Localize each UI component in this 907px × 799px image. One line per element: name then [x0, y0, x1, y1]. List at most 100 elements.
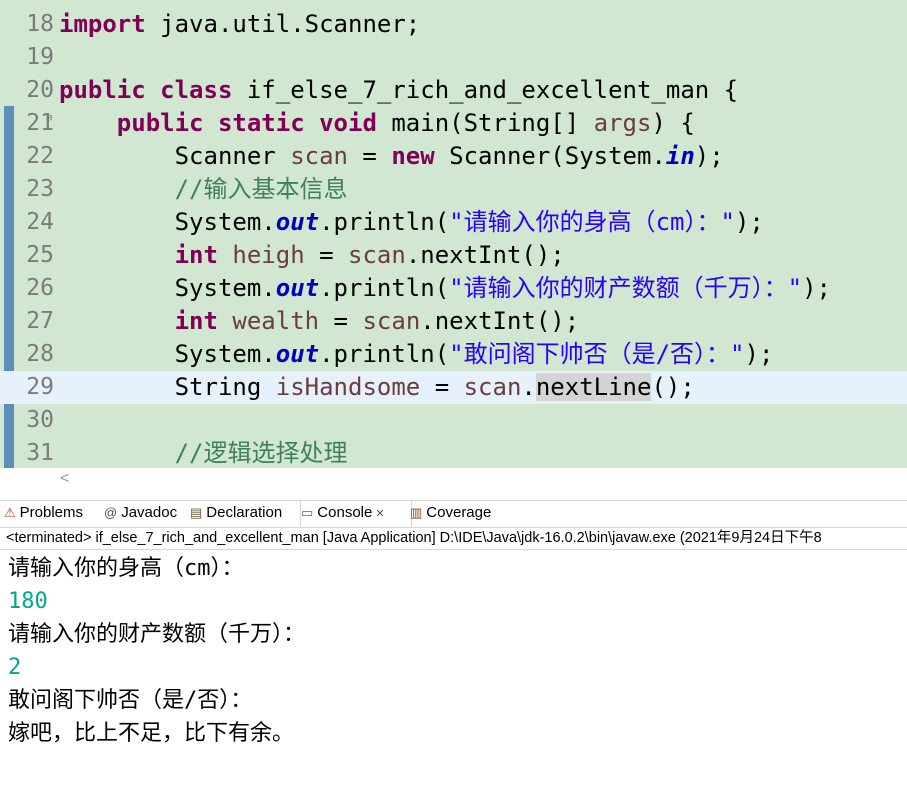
code-token: ); — [694, 142, 724, 170]
code-line[interactable]: 22 Scanner scan = new Scanner(System.in)… — [0, 140, 907, 173]
code-token: .println( — [319, 208, 450, 236]
code-token: new — [391, 142, 435, 170]
declaration-icon: ▤ — [190, 505, 203, 520]
tab-label: Javadoc — [121, 504, 178, 521]
code-token: System. — [59, 274, 276, 302]
tab-declaration[interactable]: ▤ Declaration — [190, 501, 300, 527]
code-text[interactable]: Scanner scan = new Scanner(System.in); — [59, 140, 724, 173]
code-token: args — [593, 109, 652, 137]
scroll-left-icon[interactable]: < — [60, 468, 69, 490]
code-text[interactable]: int heigh = scan.nextInt(); — [59, 239, 565, 272]
code-token: .println( — [319, 274, 450, 302]
code-line[interactable]: 19 — [0, 41, 907, 74]
code-line[interactable]: 21 ⊖ public static void main(String[] arg… — [0, 107, 907, 140]
fold-toggle-icon[interactable]: ⊖ — [46, 101, 53, 134]
line-number: 27 — [26, 308, 54, 334]
console-output[interactable]: 请输入你的身高（cm）： 180 请输入你的财产数额（千万）： 2 敢问阁下帅否（是/否… — [0, 549, 907, 799]
horizontal-scrollbar[interactable]: < — [0, 468, 907, 490]
code-token: if_else_7_rich_and_excellent_man { — [232, 76, 739, 104]
code-text[interactable]: String isHandsome = scan.nextLine(); — [59, 371, 695, 404]
javadoc-icon: @ — [104, 505, 118, 520]
code-text[interactable]: import java.util.Scanner; — [59, 8, 420, 41]
coverage-icon: ▥ — [410, 505, 423, 520]
code-text[interactable]: public class if_else_7_rich_and_excellen… — [59, 74, 738, 107]
close-icon[interactable]: ✕ — [372, 508, 384, 520]
code-token: int — [174, 241, 218, 269]
code-token: static — [217, 109, 305, 137]
code-token: "请输入你的身高（cm）：" — [449, 208, 735, 236]
line-number: 25 — [26, 242, 54, 268]
console-output-line: 嫁吧，比上不足，比下有余。 — [8, 721, 295, 746]
code-token: . — [521, 373, 536, 401]
code-text[interactable]: public static void main(String[] args) { — [59, 107, 695, 140]
code-token: "敢问阁下帅否（是/否）：" — [449, 340, 745, 368]
code-token: class — [160, 76, 233, 104]
code-line[interactable]: 23 //输入基本信息 — [0, 173, 907, 206]
code-text[interactable]: //输入基本信息 — [59, 173, 348, 206]
code-token: wealth — [232, 307, 320, 335]
code-line[interactable]: 31 //逻辑选择处理 — [0, 437, 907, 468]
code-line[interactable]: 26 System.out.println("请输入你的财产数额（千万）："); — [0, 272, 907, 305]
code-token: import — [59, 10, 146, 38]
line-number: 19 — [26, 44, 54, 70]
line-number: 29 — [26, 374, 54, 400]
code-token: java.util.Scanner; — [145, 10, 421, 38]
code-token: Scanner — [59, 142, 291, 170]
code-text[interactable]: //逻辑选择处理 — [59, 437, 348, 468]
code-token: = — [347, 142, 392, 170]
line-number: 26 — [26, 275, 54, 301]
console-status-line: <terminated> if_else_7_rich_and_excellen… — [6, 530, 822, 546]
tab-label: Declaration — [206, 504, 283, 521]
code-line[interactable]: 18 import java.util.Scanner; — [0, 8, 907, 41]
code-token: scan — [362, 307, 421, 335]
code-token: in — [665, 142, 695, 170]
code-token: nextLine — [535, 373, 652, 401]
line-number: 23 — [26, 176, 54, 202]
code-token: System. — [59, 340, 276, 368]
code-token: = — [420, 373, 464, 401]
tab-console[interactable]: ▭ Console ✕ — [300, 501, 412, 527]
tab-label: Console — [317, 504, 373, 521]
code-token: out — [275, 208, 320, 236]
code-token: Scanner(System. — [434, 142, 666, 170]
code-text[interactable]: System.out.println("请输入你的身高（cm）："); — [59, 206, 764, 239]
code-token: "请输入你的财产数额（千万）：" — [449, 274, 803, 302]
code-token: ); — [744, 340, 774, 368]
code-line[interactable]: 20 public class if_else_7_rich_and_excell… — [0, 74, 907, 107]
code-line[interactable]: 30 — [0, 404, 907, 437]
tab-problems[interactable]: ⚠ Problems — [4, 501, 104, 527]
tab-coverage[interactable]: ▥ Coverage — [410, 501, 510, 527]
views-tab-bar: ⚠ Problems @ Javadoc ▤ Declaration ▭ Console ✕ ▥… — [0, 500, 907, 528]
line-number: 22 — [26, 143, 54, 169]
code-line[interactable]: 25 int heigh = scan.nextInt(); — [0, 239, 907, 272]
code-token: ); — [734, 208, 764, 236]
tab-javadoc[interactable]: @ Javadoc — [104, 501, 190, 527]
code-text[interactable]: int wealth = scan.nextInt(); — [59, 305, 580, 338]
code-line[interactable]: 27 int wealth = scan.nextInt(); — [0, 305, 907, 338]
line-number: 18 — [26, 11, 54, 37]
code-text[interactable]: System.out.println("请输入你的财产数额（千万）："); — [59, 272, 831, 305]
code-token: out — [275, 274, 320, 302]
console-output-line: 请输入你的身高（cm）： — [8, 556, 244, 581]
tab-label: Problems — [19, 504, 84, 521]
code-line[interactable]: 29 String isHandsome = scan.nextLine(); — [0, 371, 907, 404]
code-line[interactable]: 28 System.out.println("敢问阁下帅否（是/否）："); — [0, 338, 907, 371]
problems-icon: ⚠ — [4, 505, 16, 520]
code-token: void — [319, 109, 377, 137]
code-token: out — [275, 340, 320, 368]
code-token: //输入基本信息 — [174, 175, 348, 203]
code-token: scan — [290, 142, 348, 170]
code-text[interactable]: System.out.println("敢问阁下帅否（是/否）："); — [59, 338, 774, 371]
code-line[interactable]: 24 System.out.println("请输入你的身高（cm）："); — [0, 206, 907, 239]
code-token: ); — [802, 274, 831, 302]
line-number: 24 — [26, 209, 54, 235]
code-token: //逻辑选择处理 — [174, 439, 348, 467]
code-token: main(String[] — [376, 109, 594, 137]
code-editor[interactable]: 18 import java.util.Scanner; 19 20 public cl… — [0, 0, 907, 468]
